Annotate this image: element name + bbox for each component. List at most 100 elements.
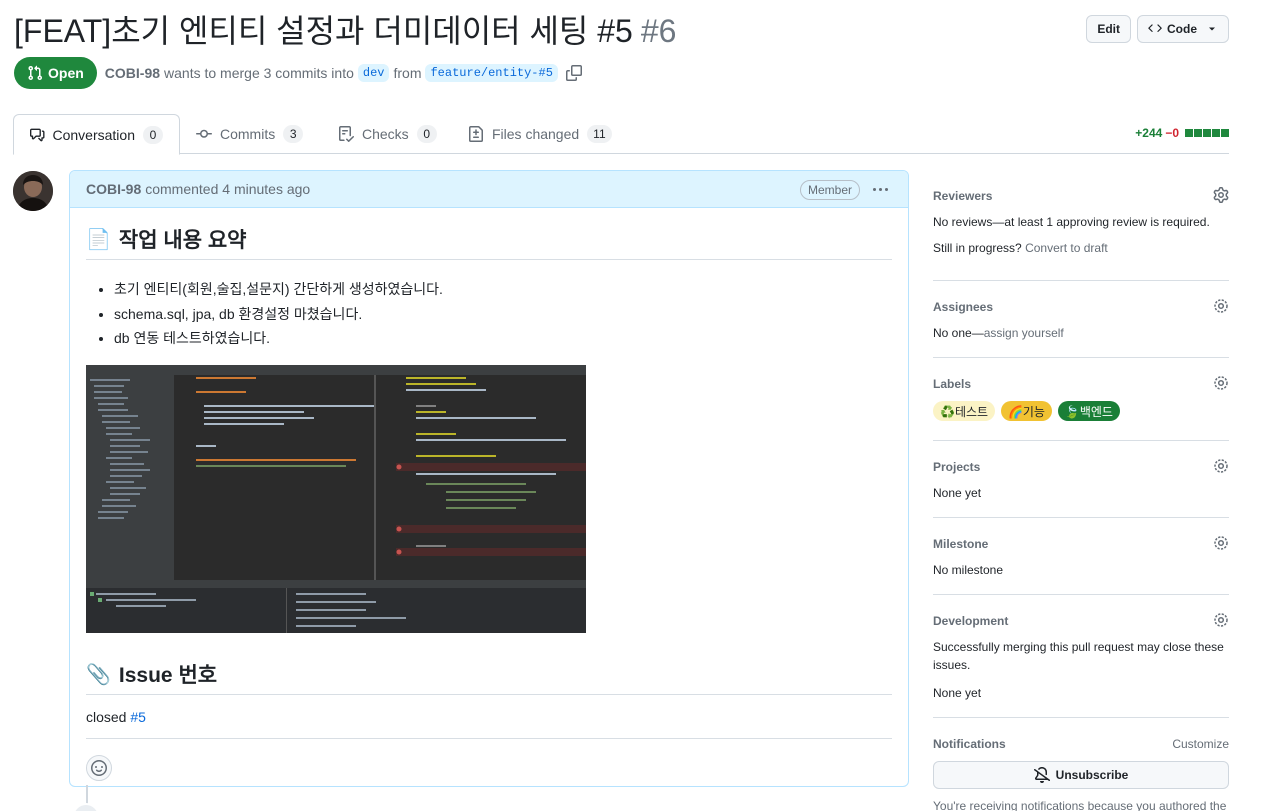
git-commit-icon — [196, 129, 212, 138]
code-icon — [1148, 24, 1162, 32]
tab-commits-count: 3 — [283, 125, 304, 143]
pr-description-comment: COBI-98 commented 4 minutes ago Member 📄… — [69, 170, 909, 787]
notifications-section: Notifications Customize Unsubscribe You'… — [933, 718, 1229, 811]
tab-checks[interactable]: Checks 0 — [322, 114, 453, 154]
development-text: Successfully merging this pull request m… — [933, 640, 1224, 672]
role-badge: Member — [799, 180, 860, 200]
list-item: db 연동 테스트하였습니다. — [114, 326, 892, 350]
page-emoji-icon: 📄 — [86, 228, 111, 251]
reviewers-text: No reviews—at least 1 approving review i… — [933, 215, 1210, 229]
milestone-section: Milestone No milestone — [933, 518, 1229, 595]
header-actions: Edit Code — [1086, 15, 1229, 43]
pr-sidebar: Reviewers No reviews—at least 1 approvin… — [933, 170, 1229, 811]
assignees-heading[interactable]: Assignees — [933, 298, 1229, 316]
avatar[interactable] — [13, 171, 53, 211]
paperclip-icon: 📎 — [86, 663, 111, 686]
issue-heading-text: Issue 번호 — [118, 664, 218, 688]
tab-files-count: 11 — [587, 125, 612, 143]
head-branch[interactable]: feature/entity-#5 — [425, 64, 558, 82]
author-link[interactable]: COBI-98 — [105, 65, 160, 81]
convert-to-draft-link[interactable]: Convert to draft — [1025, 241, 1108, 255]
milestone-gear-icon[interactable] — [1213, 535, 1229, 551]
triangle-down-icon — [1209, 27, 1215, 31]
base-branch[interactable]: dev — [357, 64, 390, 82]
pr-meta: Open COBI-98 wants to merge 3 commits in… — [14, 57, 582, 89]
milestone-heading[interactable]: Milestone — [933, 535, 1229, 553]
add-reaction-button[interactable] — [86, 755, 112, 782]
projects-gear-icon[interactable] — [1213, 458, 1229, 474]
timeline-badge — [72, 803, 100, 811]
pr-title: [FEAT]초기 엔티티 설정과 더미데이터 세팅 #5 #6 — [14, 10, 676, 52]
diffstat: +244 −0 — [1135, 126, 1229, 140]
projects-heading[interactable]: Projects — [933, 458, 1229, 476]
smiley-icon — [91, 760, 107, 777]
summary-list: 초기 엔티티(회원,술집,설문지) 간단하게 생성하였습니다. schema.s… — [86, 277, 892, 350]
ide-screenshot-drawing — [86, 365, 586, 634]
tab-files-changed[interactable]: Files changed 11 — [452, 114, 628, 154]
issue-heading: 📎 Issue 번호 — [86, 659, 892, 696]
development-none: None yet — [933, 686, 982, 700]
copy-icon[interactable] — [565, 65, 582, 81]
from-text: from — [393, 65, 422, 81]
edit-button-label: Edit — [1097, 22, 1120, 36]
assignees-none: No one— — [933, 326, 984, 340]
pr-header: [FEAT]초기 엔티티 설정과 더미데이터 세팅 #5 #6 Edit Code — [14, 10, 1229, 54]
tab-checks-count: 0 — [416, 125, 437, 143]
closed-issue-line: closed #5 — [86, 709, 892, 725]
development-section: Development Successfully merging this pu… — [933, 595, 1229, 718]
tab-checks-label: Checks — [362, 126, 409, 142]
comment-header: COBI-98 commented 4 minutes ago Member — [70, 171, 908, 208]
kebab-menu-icon[interactable] — [870, 179, 890, 199]
development-gear-icon[interactable] — [1213, 612, 1229, 628]
comment-discussion-icon — [30, 128, 45, 141]
assignees-section: Assignees No one—assign yourself — [933, 281, 1229, 358]
comment-author[interactable]: COBI-98 — [86, 181, 141, 197]
tab-commits-label: Commits — [220, 126, 276, 142]
label-feature[interactable]: 🌈기능 — [1000, 401, 1052, 421]
diffstat-blocks — [1185, 129, 1229, 137]
reviewers-gear-icon[interactable] — [1213, 187, 1229, 203]
list-item: 초기 엔티티(회원,술집,설문지) 간단하게 생성하였습니다. — [114, 277, 892, 301]
labels-section: Labels ♻️테스트 🌈기능 🍃백엔드 — [933, 358, 1229, 441]
notifications-footer: You're receiving notifications because y… — [933, 799, 1227, 811]
avatar-photo — [13, 171, 53, 211]
issue-link[interactable]: #5 — [130, 709, 146, 725]
diff-additions: +244 — [1135, 126, 1163, 140]
label-test[interactable]: ♻️테스트 — [933, 401, 996, 421]
reviewers-heading[interactable]: Reviewers — [933, 187, 1229, 205]
diff-deletions: −0 — [1165, 126, 1179, 140]
assignees-text: No one—assign yourself — [933, 324, 1229, 342]
reviewers-section: Reviewers No reviews—at least 1 approvin… — [933, 170, 1229, 281]
labels-gear-icon[interactable] — [1213, 375, 1229, 391]
state-label: Open — [48, 65, 84, 81]
summary-heading: 📄 작업 내용 요약 — [86, 224, 892, 260]
tab-conversation-count: 0 — [143, 125, 163, 144]
labels-heading[interactable]: Labels — [933, 375, 1229, 393]
code-button-label: Code — [1167, 22, 1197, 36]
label-backend[interactable]: 🍃백엔드 — [1057, 401, 1120, 421]
checklist-icon — [339, 126, 354, 142]
assign-yourself-link[interactable]: assign yourself — [984, 326, 1064, 340]
closed-text: closed — [86, 709, 127, 726]
unsubscribe-button[interactable]: Unsubscribe — [933, 761, 1229, 789]
customize-link[interactable]: Customize — [1172, 735, 1229, 753]
labels-list: ♻️테스트 🌈기능 🍃백엔드 — [933, 401, 1229, 421]
comment-timestamp[interactable]: commented 4 minutes ago — [145, 181, 310, 197]
tab-commits[interactable]: Commits 3 — [180, 114, 319, 154]
draft-prompt: Still in progress? Convert to draft — [933, 239, 1229, 257]
edit-button[interactable]: Edit — [1086, 15, 1131, 43]
assignees-gear-icon[interactable] — [1213, 298, 1229, 314]
file-diff-icon — [469, 126, 483, 142]
draft-prompt-text: Still in progress? — [933, 241, 1022, 255]
merge-text: wants to merge 3 commits into — [164, 65, 354, 81]
projects-section: Projects None yet — [933, 441, 1229, 518]
comment-divider — [86, 738, 892, 740]
git-pull-request-icon — [28, 65, 43, 81]
ide-screenshot-image[interactable] — [86, 365, 586, 634]
tab-conversation[interactable]: Conversation 0 — [13, 114, 180, 155]
pr-tabs: Conversation 0 Commits 3 Checks 0 Files … — [13, 114, 1229, 155]
tab-files-label: Files changed — [492, 126, 580, 142]
code-button[interactable]: Code — [1137, 15, 1229, 43]
development-heading[interactable]: Development — [933, 612, 1229, 630]
projects-text: None yet — [933, 486, 982, 500]
